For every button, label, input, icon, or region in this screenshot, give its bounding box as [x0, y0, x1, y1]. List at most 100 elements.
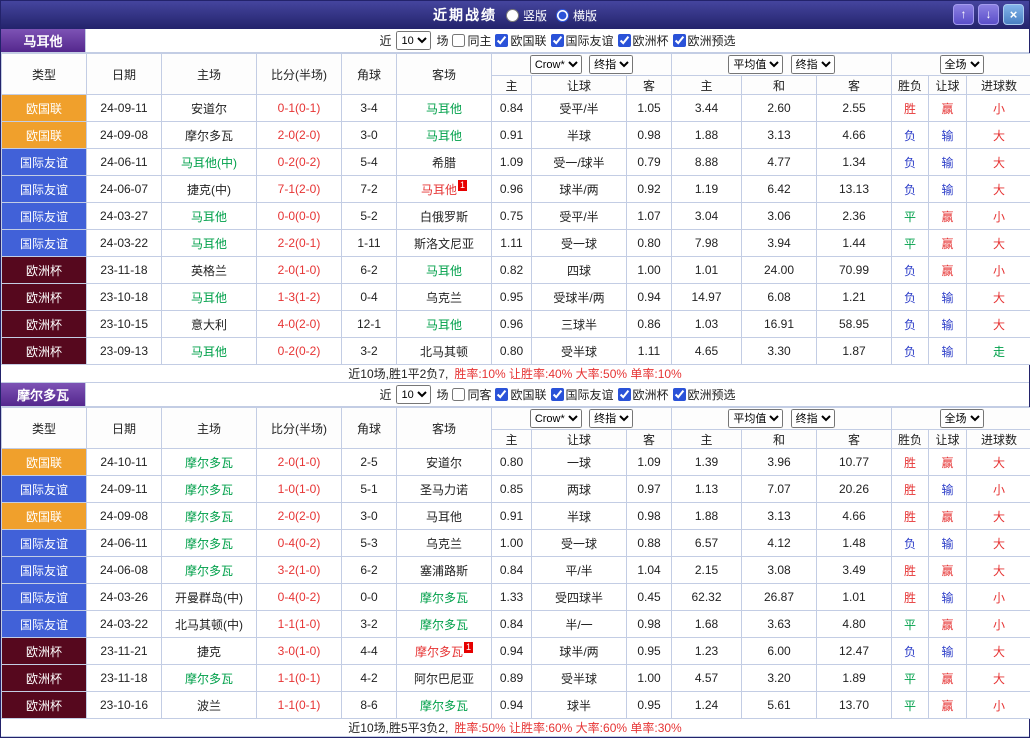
average-select[interactable]: 平均值 — [728, 55, 783, 74]
home-odds-cell: 0.94 — [492, 638, 532, 665]
date-cell: 23-11-21 — [87, 638, 162, 665]
goals-result-cell: 大 — [967, 284, 1030, 311]
euro-checkbox[interactable] — [618, 388, 631, 401]
euro-checkbox[interactable] — [618, 34, 631, 47]
league-filter-euro[interactable]: 欧洲杯 — [617, 386, 669, 403]
avg-away-odds-cell: 4.80 — [817, 611, 892, 638]
league-filter-euro[interactable]: 欧洲杯 — [617, 32, 669, 49]
handicap-line-cell: 受半球 — [532, 338, 627, 365]
league-filter-euro-qualifier[interactable]: 欧洲预选 — [672, 32, 736, 49]
away-team-cell: 马耳他 — [397, 311, 492, 338]
move-down-button[interactable]: ↓ — [978, 4, 999, 25]
win-draw-loss-cell: 负 — [892, 530, 929, 557]
league-filter-friendly[interactable]: 国际友谊 — [550, 32, 614, 49]
odds-company-select[interactable]: Crow* — [530, 409, 582, 428]
date-cell: 24-06-08 — [87, 557, 162, 584]
nations-league-checkbox[interactable] — [495, 388, 508, 401]
league-filter-nations-league[interactable]: 欧国联 — [494, 32, 546, 49]
league-filter-nations-league[interactable]: 欧国联 — [494, 386, 546, 403]
move-up-button[interactable]: ↑ — [953, 4, 974, 25]
average-select[interactable]: 平均值 — [728, 409, 783, 428]
odds-stage-select[interactable]: 终指 — [589, 55, 633, 74]
avg-home-odds-cell: 1.23 — [672, 638, 742, 665]
away-odds-cell: 0.98 — [627, 122, 672, 149]
nations-league-checkbox[interactable] — [495, 34, 508, 47]
avg-draw-odds-cell: 6.00 — [742, 638, 817, 665]
type-cell: 欧洲杯 — [2, 338, 87, 365]
goals-result-cell: 走 — [967, 338, 1030, 365]
venue-checkbox[interactable] — [452, 34, 465, 47]
window-title: 近期战绩 — [433, 5, 497, 25]
home-odds-cell: 0.91 — [492, 122, 532, 149]
away-odds-cell: 0.94 — [627, 284, 672, 311]
type-cell: 国际友谊 — [2, 557, 87, 584]
average-stage-select[interactable]: 终指 — [791, 55, 835, 74]
friendly-checkbox[interactable] — [551, 388, 564, 401]
handicap-result-cell: 赢 — [929, 449, 967, 476]
team-name: 摩尔多瓦 — [1, 383, 86, 406]
match-row: 欧洲杯23-11-21捷克3-0(1-0)4-4摩尔多瓦10.94球半/两0.9… — [2, 638, 1030, 665]
header-average-group: 平均值 终指 — [672, 54, 892, 76]
avg-away-odds-cell: 13.70 — [817, 692, 892, 719]
away-team-cell: 马耳他1 — [397, 176, 492, 203]
away-odds-cell: 0.92 — [627, 176, 672, 203]
header-avg-away: 客 — [817, 76, 892, 95]
venue-checkbox[interactable] — [452, 388, 465, 401]
full-match-select[interactable]: 全场 — [940, 55, 984, 74]
header-avg-draw: 和 — [742, 76, 817, 95]
match-row: 欧国联24-10-11摩尔多瓦2-0(1-0)2-5安道尔0.80一球1.091… — [2, 449, 1030, 476]
team-section-away: 摩尔多瓦 近 10 场 同客 欧国联 国际友谊 — [1, 383, 1029, 737]
avg-home-odds-cell: 3.44 — [672, 95, 742, 122]
league-filter-friendly[interactable]: 国际友谊 — [550, 386, 614, 403]
euro-qualifier-checkbox[interactable] — [673, 34, 686, 47]
euro-label: 欧洲杯 — [633, 32, 669, 49]
venue-filter[interactable]: 同客 — [451, 386, 491, 403]
match-row: 欧洲杯23-09-13马耳他0-2(0-2)3-2北马其顿0.80受半球1.11… — [2, 338, 1030, 365]
corner-cell: 5-2 — [342, 203, 397, 230]
euro-qualifier-label: 欧洲预选 — [688, 386, 736, 403]
header-corner: 角球 — [342, 54, 397, 95]
avg-away-odds-cell: 1.48 — [817, 530, 892, 557]
win-draw-loss-cell: 胜 — [892, 584, 929, 611]
match-count-select[interactable]: 10 — [396, 385, 431, 404]
corner-cell: 0-4 — [342, 284, 397, 311]
corner-cell: 4-2 — [342, 665, 397, 692]
full-match-select[interactable]: 全场 — [940, 409, 984, 428]
odds-stage-select[interactable]: 终指 — [589, 409, 633, 428]
match-row: 欧国联24-09-08摩尔多瓦2-0(2-0)3-0马耳他0.91半球0.981… — [2, 503, 1030, 530]
header-home-odds: 主 — [492, 76, 532, 95]
average-stage-select[interactable]: 终指 — [791, 409, 835, 428]
avg-away-odds-cell: 58.95 — [817, 311, 892, 338]
close-button[interactable]: × — [1003, 4, 1024, 25]
avg-home-odds-cell: 1.01 — [672, 257, 742, 284]
layout-option-horizontal[interactable]: 横版 — [555, 7, 597, 24]
layout-option-vertical[interactable]: 竖版 — [505, 7, 547, 24]
handicap-result-cell: 输 — [929, 122, 967, 149]
avg-away-odds-cell: 2.55 — [817, 95, 892, 122]
match-count-select[interactable]: 10 — [396, 31, 431, 50]
home-odds-cell: 0.82 — [492, 257, 532, 284]
date-cell: 23-10-15 — [87, 311, 162, 338]
away-odds-cell: 0.95 — [627, 692, 672, 719]
corner-cell: 5-3 — [342, 530, 397, 557]
record-stats: 胜率:10% 让胜率:40% 大率:50% 单率:10% — [454, 365, 681, 382]
league-filter-euro-qualifier[interactable]: 欧洲预选 — [672, 386, 736, 403]
header-cover: 让球 — [929, 430, 967, 449]
corner-cell: 0-0 — [342, 584, 397, 611]
euro-qualifier-checkbox[interactable] — [673, 388, 686, 401]
vertical-layout-radio[interactable] — [506, 9, 519, 22]
corner-cell: 3-0 — [342, 503, 397, 530]
friendly-checkbox[interactable] — [551, 34, 564, 47]
match-row: 国际友谊24-06-11马耳他(中)0-2(0-2)5-4希腊1.09受一/球半… — [2, 149, 1030, 176]
avg-draw-odds-cell: 3.20 — [742, 665, 817, 692]
score-cell: 1-3(1-2) — [257, 284, 342, 311]
horizontal-layout-radio[interactable] — [556, 9, 569, 22]
win-draw-loss-cell: 胜 — [892, 449, 929, 476]
odds-company-select[interactable]: Crow* — [530, 55, 582, 74]
type-cell: 国际友谊 — [2, 584, 87, 611]
handicap-line-cell: 一球 — [532, 449, 627, 476]
handicap-line-cell: 四球 — [532, 257, 627, 284]
filter-bar: 近 10 场 同客 欧国联 国际友谊 欧洲杯 — [86, 383, 1029, 406]
record-stats: 胜率:50% 让胜率:60% 大率:60% 单率:30% — [454, 719, 681, 736]
venue-filter[interactable]: 同主 — [451, 32, 491, 49]
